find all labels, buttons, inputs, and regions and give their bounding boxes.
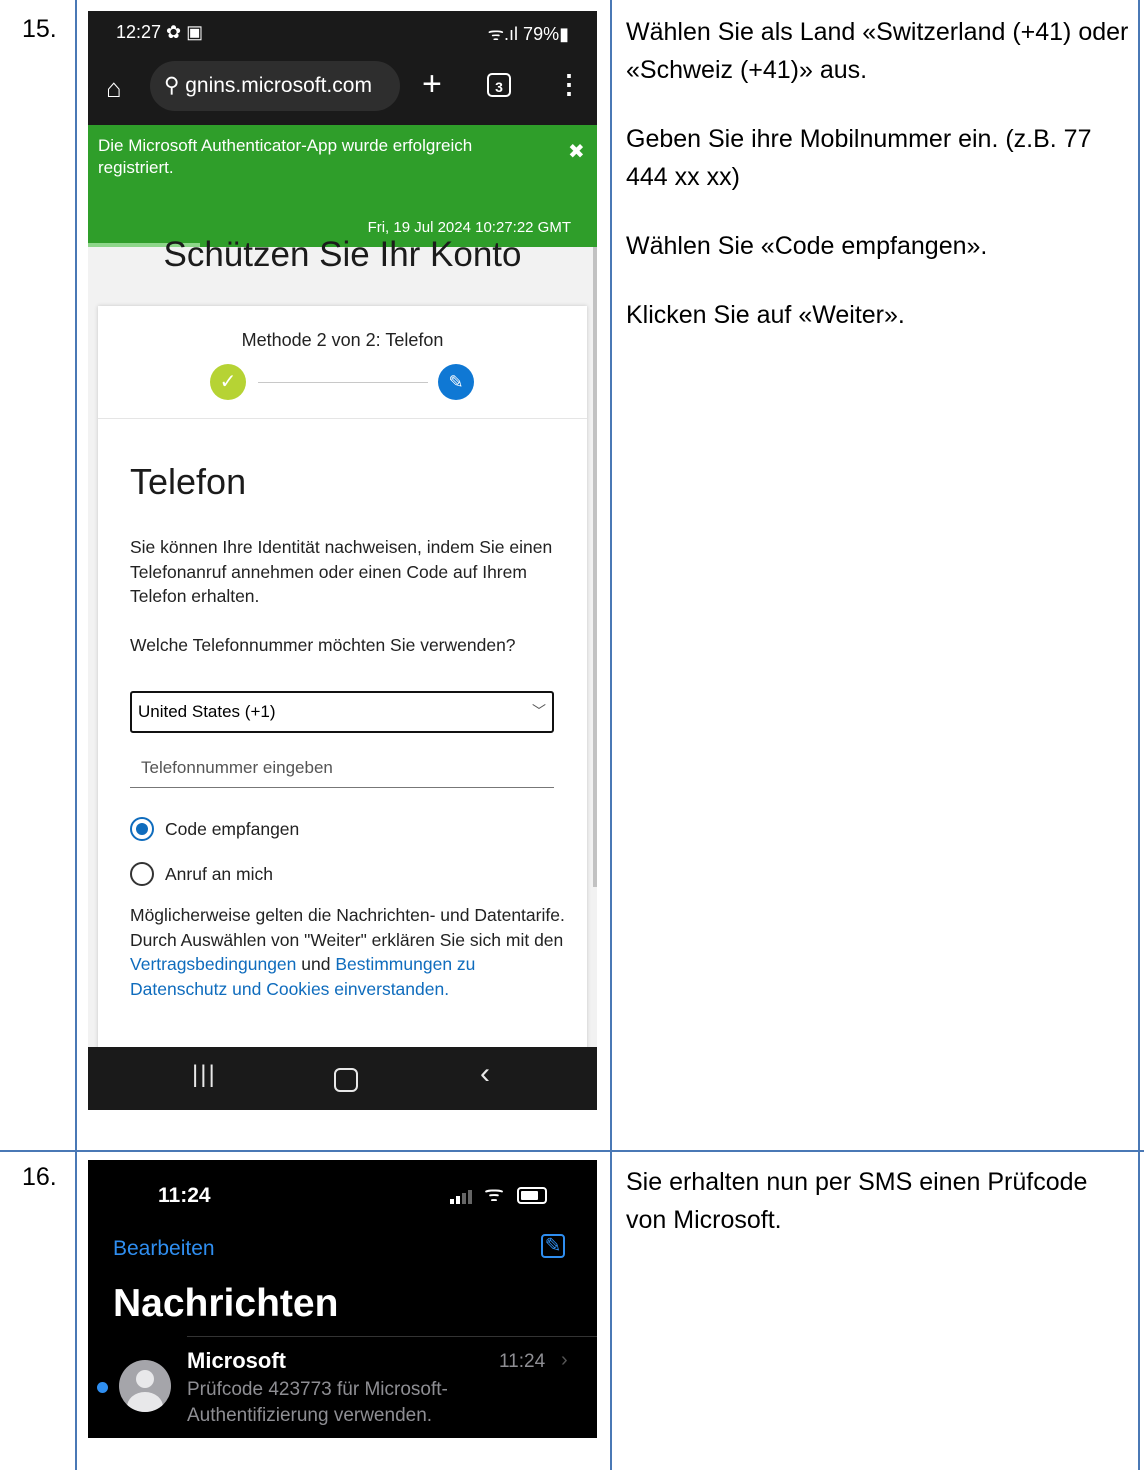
recents-icon[interactable]: ||| [192, 1061, 217, 1089]
message-time: 11:24 [499, 1351, 546, 1372]
page-title: Schützen Sie Ihr Konto [163, 235, 522, 274]
success-toast: Die Microsoft Authenticator-App wurde er… [88, 125, 597, 247]
step-number: 15. [22, 15, 57, 43]
radio-call-label[interactable]: Anruf an mich [165, 864, 273, 885]
instruction-line: Klicken Sie auf «Weiter». [626, 301, 905, 329]
terms-link[interactable]: Vertragsbedingungen [130, 954, 296, 974]
kebab-menu-icon[interactable]: ⋮ [556, 69, 582, 100]
new-tab-icon[interactable]: + [422, 65, 442, 104]
table-border-middle [610, 0, 612, 1470]
message-preview[interactable]: Prüfcode 423773 für Microsoft-Authentifi… [187, 1377, 547, 1429]
step-instructions: Sie erhalten nun per SMS einen Prüfcode … [626, 1163, 1131, 1270]
battery-icon [517, 1187, 547, 1204]
instruction-line: Sie erhalten nun per SMS einen Prüfcode … [626, 1168, 1088, 1234]
unread-dot-icon [97, 1382, 108, 1393]
step-instructions: Wählen Sie als Land «Switzerland (+41) o… [626, 13, 1131, 365]
description: Sie können Ihre Identität nachweisen, in… [130, 537, 553, 606]
disclaimer-and: und [296, 954, 336, 974]
site-settings-icon[interactable]: ⚲ [164, 74, 185, 97]
status-battery: ᯤ.ıl 79%▮ [487, 24, 569, 44]
compose-icon[interactable]: ✎ [541, 1234, 565, 1258]
table-border-left [75, 0, 77, 1470]
mfa-card: Methode 2 von 2: Telefon ✓ ✎ Telefon Sie… [98, 306, 587, 1106]
disclaimer-text: Möglicherweise gelten die Nachrichten- u… [130, 905, 565, 950]
tab-count-icon[interactable]: 3 [487, 73, 511, 97]
scrollbar[interactable] [593, 247, 597, 887]
signal-icon [450, 1186, 474, 1204]
address-url: gnins.microsoft.com [185, 74, 372, 97]
toast-message: Die Microsoft Authenticator-App wurde er… [98, 136, 473, 177]
message-sender[interactable]: Microsoft [187, 1348, 286, 1374]
close-icon[interactable]: ✖ [568, 139, 585, 164]
home-icon[interactable]: ⌂ [106, 73, 122, 104]
question: Welche Telefonnummer möchten Sie verwend… [130, 635, 516, 655]
divider [98, 418, 587, 419]
address-bar[interactable]: ⚲ gnins.microsoft.com [150, 61, 400, 111]
checkmark-icon: ✓ [210, 364, 246, 400]
phone-screenshot-messages: 11:24 ᯤ Bearbeiten ✎ Nachrichten Microso… [88, 1160, 597, 1438]
method-label: Methode 2 von 2: Telefon [241, 330, 444, 350]
status-time: 12:27 ✿ ▣ [116, 22, 204, 42]
divider [187, 1336, 597, 1337]
wifi-icon: ᯤ [484, 1181, 505, 1206]
instruction-line: Geben Sie ihre Mobilnummer ein. (z.B. 77… [626, 125, 1092, 191]
chevron-down-icon: ﹀ [532, 703, 546, 719]
browser-toolbar: ⌂ ⚲ gnins.microsoft.com + 3 ⋮ [88, 51, 597, 135]
chevron-right-icon: › [561, 1349, 568, 1371]
toast-date: Fri, 19 Jul 2024 10:27:22 GMT [367, 219, 571, 236]
radio-code-sms[interactable] [130, 817, 154, 841]
phone-number-input[interactable]: Telefonnummer eingeben [130, 746, 554, 788]
android-nav-bar: ||| ‹ [88, 1047, 597, 1110]
edit-button[interactable]: Bearbeiten [113, 1237, 215, 1261]
section-title: Telefon [130, 461, 247, 502]
step-number: 16. [22, 1163, 57, 1191]
status-bar: 12:27 ✿ ▣ ᯤ.ıl 79%▮ [88, 11, 597, 51]
disclaimer: Möglicherweise gelten die Nachrichten- u… [130, 903, 570, 1001]
country-select[interactable]: United States (+1) ﹀ [130, 691, 554, 733]
pencil-icon: ✎ [438, 364, 474, 400]
table-border-right [1138, 0, 1140, 1470]
country-selected: United States (+1) [138, 702, 276, 721]
avatar [119, 1360, 171, 1412]
radio-call[interactable] [130, 862, 154, 886]
radio-code-label[interactable]: Code empfangen [165, 819, 299, 840]
table-row-divider [0, 1150, 1144, 1152]
progress-line [258, 382, 428, 383]
phone-screenshot-mfa: 12:27 ✿ ▣ ᯤ.ıl 79%▮ ⌂ ⚲ gnins.microsoft.… [88, 11, 597, 1110]
back-icon[interactable]: ‹ [480, 1057, 490, 1091]
instruction-line: Wählen Sie als Land «Switzerland (+41) o… [626, 18, 1129, 84]
home-button-icon[interactable] [334, 1068, 358, 1092]
instruction-line: Wählen Sie «Code empfangen». [626, 232, 988, 260]
status-time: 11:24 [158, 1184, 211, 1207]
messages-title: Nachrichten [113, 1282, 339, 1325]
